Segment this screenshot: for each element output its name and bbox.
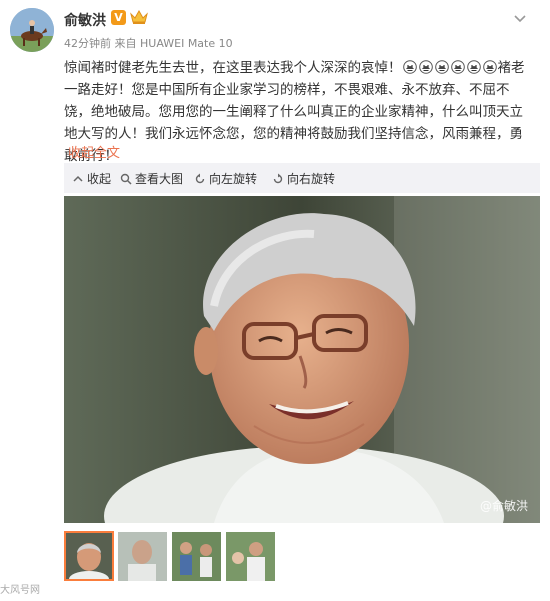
corner-watermark-text: 大风号网 (0, 585, 40, 596)
verified-badge-icon: V (111, 10, 126, 25)
weibo-post: 俞敏洪 V 42分钟前 来自 HUAWEI Mate 10 惊闻褚时健老先生去世… (0, 0, 550, 601)
rotate-left-label: 向左旋转 (209, 172, 258, 186)
mourn-candle-icon (402, 60, 417, 74)
user-name[interactable]: 俞敏洪 (64, 10, 106, 30)
post-photo[interactable]: @俞敏洪 (64, 196, 540, 523)
view-large-label: 查看大图 (135, 172, 184, 186)
post-time[interactable]: 42分钟前 (64, 37, 111, 50)
thumbnail-1[interactable] (64, 531, 114, 581)
post-text-part1: 惊闻褚时健老先生去世，在这里表达我个人深深的哀悼！ (64, 60, 402, 76)
chevron-down-icon[interactable] (510, 8, 530, 28)
collapse-image-button[interactable]: 收起 (72, 170, 111, 187)
rotate-right-icon (273, 173, 283, 183)
source-prefix: 来自 (114, 37, 137, 50)
thumbnail-image (118, 532, 167, 581)
mourn-emoji-group (402, 60, 498, 76)
rotate-left-icon (195, 173, 205, 183)
corner-watermark: 大风号网 (0, 581, 40, 596)
thumbnail-2[interactable] (118, 532, 167, 581)
collapse-image-label: 收起 (87, 172, 112, 186)
magnifier-icon (120, 173, 132, 185)
elderly-man-portrait-image (64, 196, 540, 523)
mourn-candle-icon (434, 60, 449, 74)
photo-watermark: @俞敏洪 (479, 499, 528, 513)
crown-icon (130, 9, 148, 24)
avatar-horse-rider-image (10, 8, 54, 52)
view-large-button[interactable]: 查看大图 (120, 170, 183, 187)
thumbnail-image (66, 533, 112, 579)
thumbnail-image (226, 532, 275, 581)
rotate-left-button[interactable]: 向左旋转 (194, 170, 257, 187)
avatar[interactable] (10, 8, 54, 52)
rotate-right-label: 向右旋转 (287, 172, 336, 186)
mourn-candle-icon (466, 60, 481, 74)
thumbnail-image (172, 532, 221, 581)
rotate-right-button[interactable]: 向右旋转 (272, 170, 335, 187)
image-toolbar: 收起 查看大图 向左旋转 向右旋转 (64, 163, 540, 193)
collapse-icon (73, 175, 83, 182)
mourn-candle-icon (450, 60, 465, 74)
mourn-candle-icon (418, 60, 433, 74)
mourn-candle-icon (482, 60, 497, 74)
thumbnail-4[interactable] (226, 532, 275, 581)
post-text: 惊闻褚时健老先生去世，在这里表达我个人深深的哀悼！ 褚老一路走好！您是中国所有企业… (64, 57, 526, 167)
post-meta: 42分钟前 来自 HUAWEI Mate 10 (64, 35, 233, 51)
source-device[interactable]: HUAWEI Mate 10 (140, 37, 233, 50)
collapse-text-link[interactable]: 收起全文 (68, 142, 120, 161)
thumbnail-3[interactable] (172, 532, 221, 581)
